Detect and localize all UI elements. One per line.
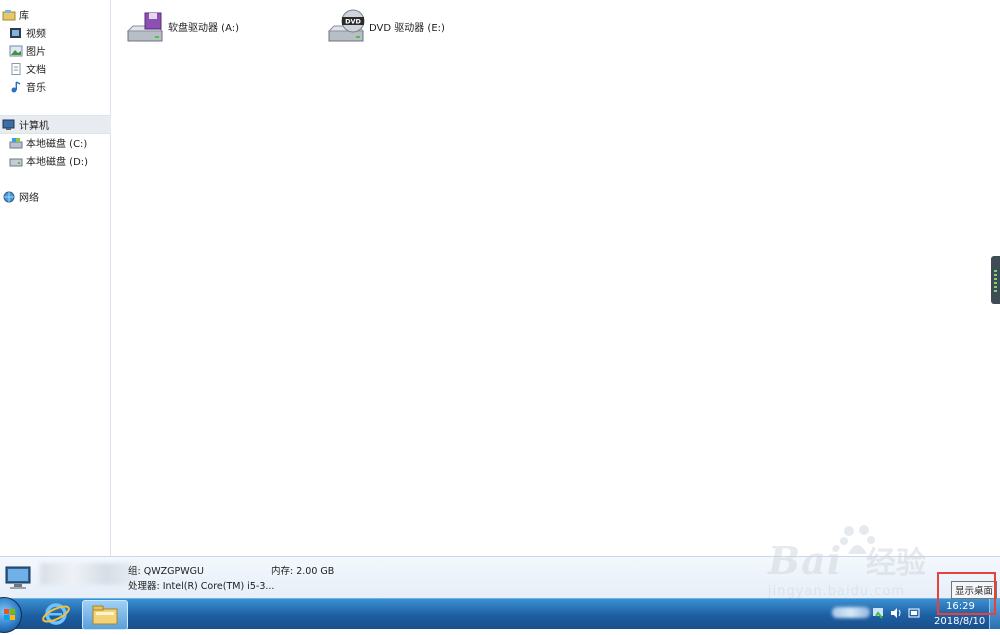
local-disk-d-icon — [9, 155, 23, 167]
computer-icon — [2, 119, 16, 131]
nav-label-disk-d: 本地磁盘 (D:) — [26, 157, 89, 168]
pictures-icon — [9, 45, 23, 57]
watermark-brand: Bai — [768, 538, 843, 583]
nav-label-videos: 视频 — [26, 29, 46, 40]
video-icon — [9, 27, 23, 39]
watermark-url: jingyan.baidu.com — [768, 584, 905, 599]
taskbar-ie-button[interactable] — [34, 600, 78, 628]
computer-name-redacted — [40, 563, 140, 585]
nav-label-network: 网络 — [19, 193, 39, 204]
network-icon — [2, 191, 16, 203]
nav-label-disk-c: 本地磁盘 (C:) — [26, 139, 88, 150]
clock-date[interactable]: 2018/8/10 — [934, 616, 985, 627]
memory-text: 内存: 2.00 GB — [271, 566, 335, 577]
nav-label-documents: 文档 — [26, 65, 46, 76]
drive-item-dvd-e[interactable]: DVD DVD 驱动器 (E:) — [326, 6, 445, 46]
drive-item-floppy-a[interactable]: 软盘驱动器 (A:) — [125, 6, 239, 46]
processor-text: 处理器: Intel(R) Core(TM) i5-3... — [128, 581, 275, 592]
dvd-drive-icon: DVD — [326, 7, 366, 45]
nav-item-network[interactable]: 网络 — [0, 188, 111, 205]
nav-item-computer[interactable]: 计算机 — [0, 115, 111, 134]
nav-item-pictures[interactable]: 图片 — [0, 42, 118, 59]
computer-large-icon — [4, 563, 34, 593]
nav-label-computer: 计算机 — [19, 121, 49, 132]
nav-label-pictures: 图片 — [26, 47, 46, 58]
documents-icon — [9, 62, 23, 75]
drive-label-floppy-a: 软盘驱动器 (A:) — [168, 22, 240, 34]
watermark-brand-cn: 经验 — [866, 546, 926, 581]
edge-handle[interactable] — [991, 256, 1000, 304]
tray-network-icon[interactable] — [872, 607, 884, 619]
nav-item-documents[interactable]: 文档 — [0, 60, 118, 77]
folder-icon — [92, 605, 118, 625]
dvd-icon-text: DVD — [345, 18, 361, 26]
nav-item-libraries[interactable]: 库 — [0, 6, 111, 23]
floppy-drive-icon — [125, 7, 165, 45]
internet-explorer-icon — [42, 603, 70, 625]
nav-item-music[interactable]: 音乐 — [0, 78, 118, 95]
libraries-icon — [2, 9, 16, 21]
tray-icons-redacted — [832, 607, 870, 618]
workgroup-text: 组: QWZGPWGU — [128, 566, 204, 577]
nav-item-disk-c[interactable]: 本地磁盘 (C:) — [0, 134, 118, 151]
local-disk-c-icon — [9, 137, 23, 149]
taskbar-explorer-button[interactable] — [82, 600, 128, 630]
volume-icon[interactable] — [890, 607, 902, 619]
navigation-pane: 库 视频 图片 文档 音乐 计算机 本地磁盘 (C:) 本地磁盘 (D:) 网络 — [0, 0, 111, 556]
music-icon — [9, 80, 23, 93]
taskbar: 16:29 2018/8/10 — [0, 597, 1000, 633]
action-center-icon[interactable] — [908, 607, 920, 619]
content-pane: 软盘驱动器 (A:) DVD DVD 驱动器 (E:) — [111, 0, 1000, 556]
nav-label-music: 音乐 — [26, 83, 46, 94]
drive-label-dvd-e: DVD 驱动器 (E:) — [369, 22, 445, 34]
windows-logo-icon — [4, 609, 15, 620]
nav-label-libraries: 库 — [19, 11, 29, 22]
nav-item-disk-d[interactable]: 本地磁盘 (D:) — [0, 152, 118, 169]
nav-item-videos[interactable]: 视频 — [0, 24, 118, 41]
annotation-highlight-box — [937, 572, 996, 615]
